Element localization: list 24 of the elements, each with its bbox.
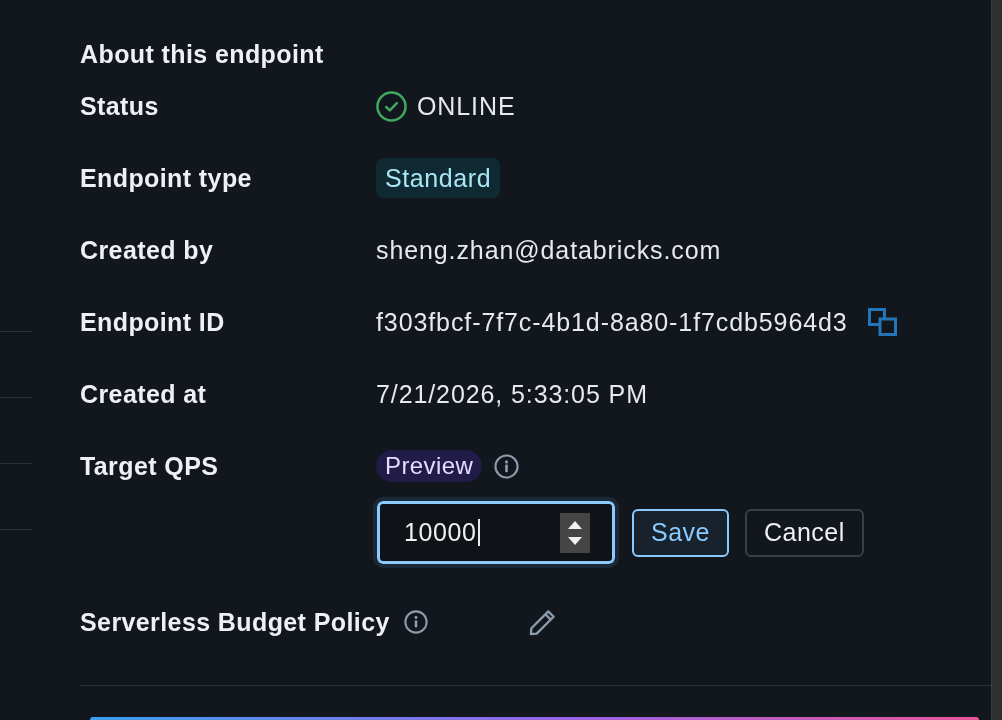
field-label: Endpoint type — [80, 163, 252, 193]
stepper-arrows-icon[interactable] — [560, 512, 590, 553]
field-label: Endpoint ID — [80, 307, 225, 337]
preview-badge: Preview — [376, 450, 483, 482]
field-value: f303fbcf-7f7c-4b1d-8a80-1f7cdb5964d3 — [376, 307, 848, 337]
pencil-edit-icon[interactable] — [528, 607, 557, 637]
field-label: Serverless Budget Policy — [80, 607, 390, 637]
text-caret-icon — [477, 519, 480, 546]
status-text: ONLINE — [417, 91, 516, 121]
endpoint-type-tag: Standard — [376, 158, 501, 198]
copy-icon[interactable] — [867, 308, 897, 336]
field-value: 7/21/2026, 5:33:05 PM — [376, 379, 648, 409]
field-label: Created at — [80, 379, 207, 409]
info-icon[interactable] — [403, 610, 428, 634]
field-value: sheng.zhan@databricks.com — [376, 235, 722, 265]
check-circle-icon — [376, 90, 407, 122]
number-input[interactable]: 10000 — [373, 497, 619, 568]
field-label: Target QPS — [80, 451, 219, 482]
cancel-button[interactable]: Cancel — [745, 508, 864, 557]
field-label: Created by — [80, 235, 214, 265]
info-icon[interactable] — [494, 453, 520, 479]
field-label: Status — [80, 91, 159, 121]
section-title: About this endpoint — [80, 39, 324, 70]
save-button[interactable]: Save — [632, 508, 729, 557]
